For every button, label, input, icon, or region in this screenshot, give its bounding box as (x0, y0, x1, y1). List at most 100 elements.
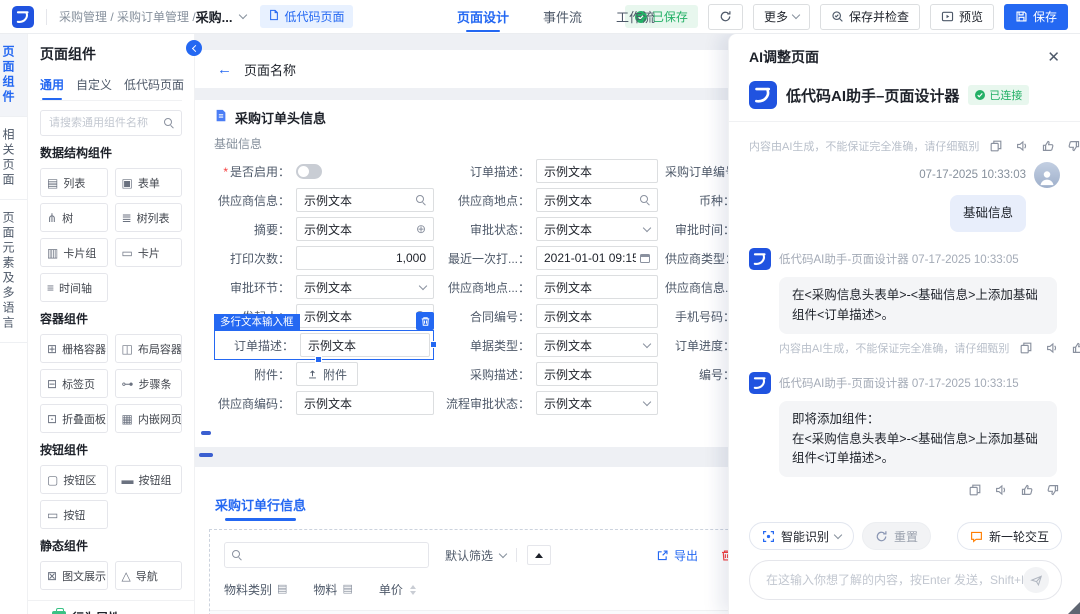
panel-tab-3[interactable]: 低代码页面 (124, 72, 184, 100)
attach-button[interactable]: 附件 (296, 362, 358, 386)
field-input[interactable]: 示例文本 (536, 391, 658, 415)
ai-message-input[interactable] (766, 573, 1023, 587)
tab-event-flow[interactable]: 事件流 (541, 0, 584, 35)
thumbs-up-icon[interactable] (1041, 139, 1055, 153)
component-item-button-area[interactable]: ▢按钮区 (40, 465, 108, 494)
horizontal-scrollbar[interactable] (201, 431, 211, 435)
copy-icon[interactable] (989, 139, 1003, 153)
send-icon[interactable] (1023, 567, 1049, 593)
selected-component[interactable]: 多行文本输入框订单描述：示例文本 (214, 330, 434, 360)
component-item-label: 树列表 (137, 210, 170, 226)
thumbs-down-icon[interactable] (1067, 139, 1080, 153)
app-logo-icon[interactable] (12, 6, 34, 28)
delete-component-button[interactable] (416, 312, 434, 330)
back-arrow-icon[interactable]: ← (217, 62, 232, 77)
panel-tab-2[interactable]: 自定义 (76, 72, 112, 100)
export-button[interactable]: 导出 (656, 547, 698, 564)
component-item-card[interactable]: ▭卡片 (115, 238, 183, 267)
resize-handle-right[interactable] (430, 341, 437, 348)
copy-icon[interactable] (968, 483, 982, 497)
rail-tab-2[interactable]: 相关页面 (0, 117, 27, 200)
quick-filter-sortable[interactable]: 单价 (379, 581, 416, 598)
component-item-button-group[interactable]: ▬按钮组 (115, 465, 183, 494)
component-item-card-group[interactable]: ▥卡片组 (40, 238, 108, 267)
rail-tab-1[interactable]: 页面组件 (0, 34, 27, 117)
save-button[interactable]: 保存 (1004, 4, 1068, 30)
field-input[interactable]: 示例文本 (536, 362, 658, 386)
component-item-grid-container[interactable]: ⊞栅格容器 (40, 334, 108, 363)
component-item-label: 折叠面板 (62, 411, 106, 427)
breadcrumb-current[interactable]: 采购... (196, 7, 233, 26)
component-item-navigation[interactable]: △导航 (115, 561, 183, 590)
new-round-button[interactable]: 新一轮交互 (957, 522, 1062, 550)
component-item-list[interactable]: ▤列表 (40, 168, 108, 197)
field-input[interactable]: 示例文本 (536, 217, 658, 241)
tab-order-lines[interactable]: 采购订单行信息 (215, 495, 306, 521)
field-input[interactable]: 示例文本⊕ (296, 217, 434, 241)
design-canvas[interactable]: ← 页面名称 采购订单头信息 基础信息 *是否启用：订单描述：示例文本采购订单编… (195, 34, 728, 614)
field-input[interactable]: 示例文本 (536, 159, 658, 183)
sound-icon[interactable] (994, 483, 1008, 497)
thumbs-up-icon[interactable] (1071, 341, 1080, 355)
assistant-message-header: 低代码AI助手-页面设计器 07-17-2025 10:33:05 (749, 248, 1060, 270)
collapse-filter-button[interactable] (527, 545, 551, 565)
form-field: 合同编号：示例文本 (440, 304, 665, 328)
tab-workflow[interactable]: 工作流 (614, 0, 657, 35)
quick-filter-field[interactable]: 物料▤ (313, 581, 352, 598)
order-lines-card[interactable]: 采购订单行信息 默认筛选 (195, 467, 728, 614)
component-item-collapse-panel[interactable]: ⊡折叠面板 (40, 404, 108, 433)
component-item-tree-list[interactable]: ≣树列表 (115, 203, 183, 232)
tab-page-design[interactable]: 页面设计 (455, 0, 511, 35)
component-search-input[interactable] (40, 110, 182, 136)
preview-button[interactable]: 预览 (930, 4, 994, 30)
save-check-button[interactable]: 保存并检查 (820, 4, 920, 30)
delete-rows-button[interactable]: 删除 (720, 547, 728, 564)
order-header-card[interactable]: 采购订单头信息 基础信息 *是否启用：订单描述：示例文本采购订单编号：供应商信息… (195, 100, 728, 447)
field-input[interactable]: 示例文本 (536, 304, 658, 328)
more-button[interactable]: 更多 (753, 4, 810, 30)
table-search-input[interactable] (224, 542, 429, 568)
sound-icon[interactable] (1015, 139, 1029, 153)
quick-filter-field[interactable]: 物料类别▤ (224, 581, 287, 598)
form-field: 币种： (665, 188, 728, 212)
thumbs-up-icon[interactable] (1020, 483, 1034, 497)
copy-icon[interactable] (1019, 341, 1033, 355)
component-item-timeline[interactable]: ≡时间轴 (40, 273, 108, 302)
default-filter-dropdown[interactable]: 默认筛选 (445, 547, 506, 564)
component-item-button[interactable]: ▭按钮 (40, 500, 108, 529)
smart-recognize-button[interactable]: 智能识别 (749, 522, 854, 550)
thumbs-down-icon[interactable] (1046, 483, 1060, 497)
chat-area[interactable]: 内容由AI生成，不能保证完全准确，请仔细甄别07-17-2025 10:33:0… (729, 122, 1080, 512)
resize-handle[interactable] (1068, 602, 1080, 614)
component-item-tree[interactable]: ⋔树 (40, 203, 108, 232)
field-input[interactable]: 1,000 (296, 246, 434, 270)
field-input[interactable]: 示例文本 (296, 391, 434, 415)
component-item-steps[interactable]: ⊶步骤条 (115, 369, 183, 398)
sound-icon[interactable] (1045, 341, 1059, 355)
field-input[interactable]: 示例文本 (296, 275, 434, 299)
component-item-image-text[interactable]: ⊠图文展示 (40, 561, 108, 590)
field-input[interactable]: 示例文本 (300, 333, 430, 357)
field-input[interactable]: 示例文本 (536, 188, 658, 212)
page-type-badge[interactable]: 低代码页面 (260, 5, 353, 28)
chevron-down-icon[interactable] (238, 11, 246, 19)
close-icon[interactable]: ✕ (1045, 48, 1062, 67)
collapse-panel-button[interactable] (186, 40, 202, 56)
field-input[interactable]: 示例文本 (536, 275, 658, 299)
resize-handle-bottom[interactable] (315, 356, 322, 363)
panel-tab-1[interactable]: 通用 (40, 72, 64, 100)
field-input[interactable]: 示例文本 (536, 333, 658, 357)
canvas-scrollbar[interactable] (199, 453, 213, 457)
component-item-iframe[interactable]: ▦内嵌网页 (115, 404, 183, 433)
rail-tab-3[interactable]: 页面元素及多语言 (0, 200, 27, 343)
behavior-header[interactable]: 行为属性 (40, 609, 182, 614)
field-input[interactable]: 2021-01-01 09:15:30 (536, 246, 658, 270)
field-input[interactable]: 示例文本 (296, 188, 434, 212)
component-item-tab-page[interactable]: ⊟标签页 (40, 369, 108, 398)
refresh-button[interactable] (708, 4, 743, 30)
field-input[interactable]: 示例文本 (296, 304, 434, 328)
component-item-form[interactable]: ▣表单 (115, 168, 183, 197)
reset-button[interactable]: 重置 (862, 522, 931, 550)
component-item-layout-container[interactable]: ◫布局容器 (115, 334, 183, 363)
toggle-switch[interactable] (296, 164, 322, 179)
